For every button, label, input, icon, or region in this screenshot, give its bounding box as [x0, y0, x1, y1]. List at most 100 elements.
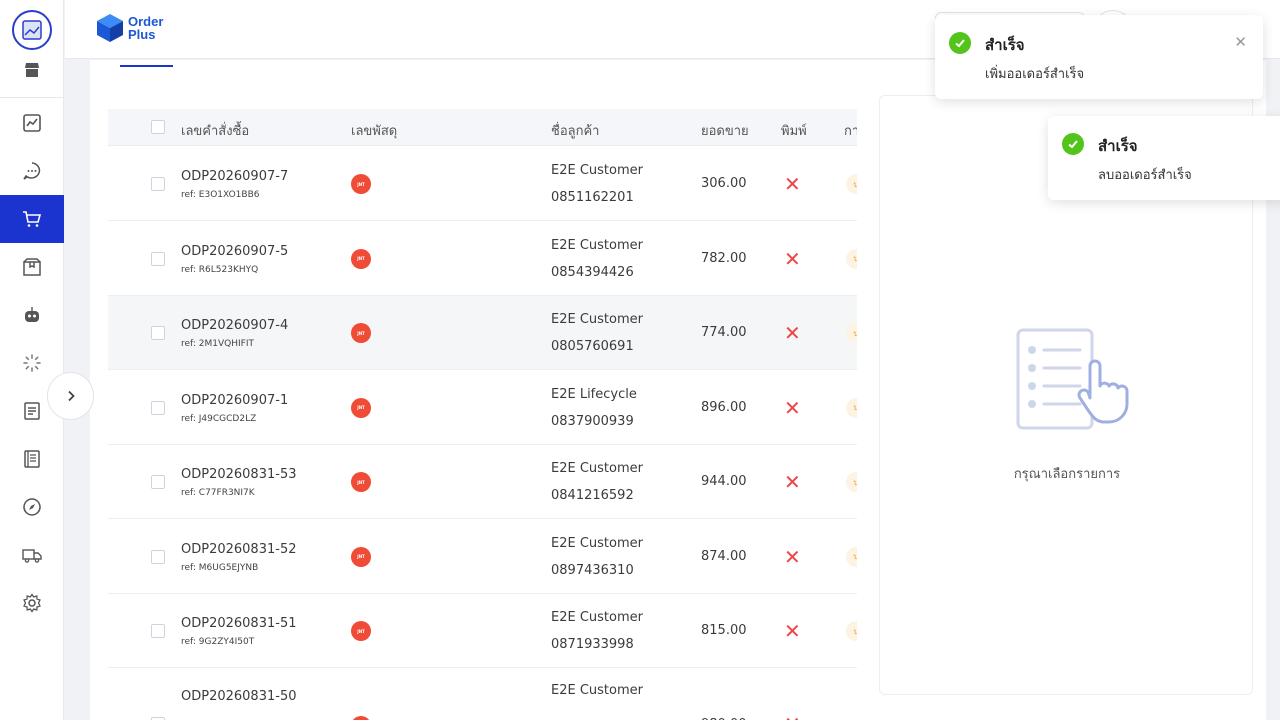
- truck-icon: [22, 549, 42, 563]
- order-ref: ref: 9G2ZY4I50T: [181, 637, 255, 647]
- order-ref: ref: J49CGCD2LZ: [181, 413, 257, 424]
- row-checkbox[interactable]: [151, 475, 165, 489]
- customer-phone: 0805760691: [551, 339, 634, 354]
- toast-title: สำเร็จ: [985, 36, 1025, 54]
- compass-icon: [23, 498, 41, 516]
- orders-table: เลขคำสั่งซื้อ เลขพัสดุ ชื่อลูกค้า ยอดขาย…: [108, 109, 857, 720]
- sidebar-item-settings[interactable]: [0, 579, 64, 627]
- carrier-badge-icon: JNT: [351, 248, 371, 269]
- sidebar-item-products[interactable]: [0, 243, 64, 291]
- robot-icon: [25, 307, 39, 322]
- close-icon[interactable]: ✕: [1234, 35, 1247, 50]
- sidebar-item-orders[interactable]: [0, 195, 64, 243]
- customer-phone: 0871933998: [551, 637, 634, 652]
- sidebar-item-explore[interactable]: [0, 483, 64, 531]
- table-row[interactable]: ODP20260907-1 ref: J49CGCD2LZ JNT E2E Li…: [108, 370, 857, 445]
- customer-phone: 0854394426: [551, 264, 634, 280]
- header-tracking-no[interactable]: เลขพัสดุ: [351, 120, 397, 141]
- store-icon: [25, 63, 39, 77]
- customer-phone: 0897436310: [551, 562, 634, 578]
- order-total: 896.00: [701, 399, 747, 415]
- order-ref: ref: M6UG5EJYNB: [181, 562, 259, 573]
- row-checkbox[interactable]: [151, 326, 165, 340]
- select-all-checkbox[interactable]: [151, 120, 165, 134]
- toast-title: สำเร็จ: [1098, 137, 1138, 155]
- order-ref: ref: C77FR3NI7K: [181, 488, 255, 498]
- header-customer[interactable]: ชื่อลูกค้า: [551, 120, 599, 141]
- order-total: 815.00: [701, 623, 747, 638]
- brand-logo[interactable]: Order Plus: [96, 13, 163, 43]
- sidebar-item-store[interactable]: [0, 46, 64, 94]
- table-row[interactable]: ODP20260831-52 ref: M6UG5EJYNB JNT E2E C…: [108, 519, 857, 594]
- customer-phone: 0841216592: [551, 488, 634, 503]
- table-row[interactable]: ODP20260831-53 ref: C77FR3NI7K JNT E2E C…: [108, 445, 857, 519]
- customer-name: E2E Customer: [551, 461, 643, 476]
- carrier-badge-icon: JNT: [351, 621, 371, 641]
- cart-icon: [23, 211, 42, 227]
- order-number[interactable]: ODP20260907-5: [181, 244, 288, 259]
- table-row[interactable]: ODP20260831-51 ref: 9G2ZY4I50T JNT E2E C…: [108, 594, 857, 668]
- order-ref: ref: R6L523KHYQ: [181, 264, 259, 275]
- carrier-badge-icon: JNT: [351, 397, 371, 418]
- customer-name: E2E Customer: [551, 535, 643, 551]
- image-icon: [22, 20, 42, 40]
- order-ref: ref: E3O1XO1BB6: [181, 190, 260, 200]
- table-row[interactable]: ODP20260831-50 JNT E2E Customer 980.00 ✕: [108, 668, 857, 720]
- order-number[interactable]: ODP20260907-1: [181, 393, 288, 408]
- customer-name: E2E Customer: [551, 610, 643, 625]
- sidebar: [0, 0, 64, 720]
- table-row[interactable]: ODP20260907-4 ref: 2M1VQHIFIT JNT E2E Cu…: [108, 296, 857, 370]
- order-number[interactable]: ODP20260831-51: [181, 616, 296, 631]
- order-total: 874.00: [701, 548, 747, 564]
- table-row[interactable]: ODP20260907-7 ref: E3O1XO1BB6 JNT E2E Cu…: [108, 147, 857, 221]
- customer-name: E2E Lifecycle: [551, 386, 637, 402]
- customer-phone: 0837900939: [551, 413, 634, 429]
- header-order-no[interactable]: เลขคำสั่งซื้อ: [181, 120, 249, 141]
- order-number[interactable]: ODP20260831-52: [181, 542, 296, 557]
- order-total: 782.00: [701, 250, 747, 266]
- toast-notification: สำเร็จ ลบออเดอร์สำเร็จ: [1048, 116, 1280, 200]
- document-icon: [24, 402, 40, 420]
- order-number[interactable]: ODP20260907-4: [181, 318, 288, 333]
- sidebar-item-reports[interactable]: [0, 435, 64, 483]
- header-printed[interactable]: พิมพ์: [781, 120, 807, 141]
- sidebar-item-bot[interactable]: [0, 291, 64, 339]
- expand-sidebar-button[interactable]: [47, 372, 94, 420]
- not-printed-icon: ✕: [784, 470, 801, 494]
- row-checkbox[interactable]: [151, 400, 165, 415]
- carrier-badge-icon: JNT: [351, 546, 371, 567]
- order-total: 306.00: [701, 176, 747, 191]
- shop-avatar[interactable]: [12, 10, 52, 50]
- status-badge: บ: [846, 397, 857, 418]
- row-checkbox[interactable]: [151, 177, 165, 191]
- row-checkbox[interactable]: [151, 624, 165, 638]
- chevron-right-icon: [67, 390, 75, 402]
- table-row[interactable]: ODP20260907-5 ref: R6L523KHYQ JNT E2E Cu…: [108, 221, 857, 296]
- not-printed-icon: ✕: [784, 714, 801, 720]
- header-total[interactable]: ยอดขาย: [701, 120, 749, 141]
- carrier-badge-icon: JNT: [351, 715, 371, 720]
- not-printed-icon: ✕: [784, 619, 801, 643]
- order-total: 944.00: [701, 474, 747, 489]
- sidebar-item-shipping[interactable]: [0, 531, 64, 579]
- list-document-icon: [24, 450, 40, 468]
- sidebar-item-dashboard[interactable]: [0, 99, 64, 147]
- customer-phone: 0851162201: [551, 190, 634, 205]
- order-number[interactable]: ODP20260831-53: [181, 467, 296, 482]
- row-checkbox[interactable]: [151, 716, 165, 720]
- header-more[interactable]: กา: [844, 120, 857, 141]
- customer-name: E2E Customer: [551, 237, 643, 253]
- active-tab-indicator: [120, 65, 173, 67]
- customer-name: E2E Customer: [551, 312, 643, 327]
- order-number[interactable]: ODP20260907-7: [181, 169, 288, 184]
- row-checkbox[interactable]: [151, 251, 165, 266]
- order-total: 980.00: [701, 717, 747, 720]
- brand-name-line2: Plus: [128, 27, 156, 42]
- not-printed-icon: ✕: [784, 544, 801, 569]
- row-checkbox[interactable]: [151, 549, 165, 564]
- customer-name: E2E Customer: [551, 682, 643, 698]
- status-badge: บ: [846, 248, 857, 269]
- carrier-badge-icon: JNT: [351, 472, 371, 492]
- order-number[interactable]: ODP20260831-50: [181, 689, 296, 704]
- sidebar-item-chat[interactable]: [0, 147, 64, 195]
